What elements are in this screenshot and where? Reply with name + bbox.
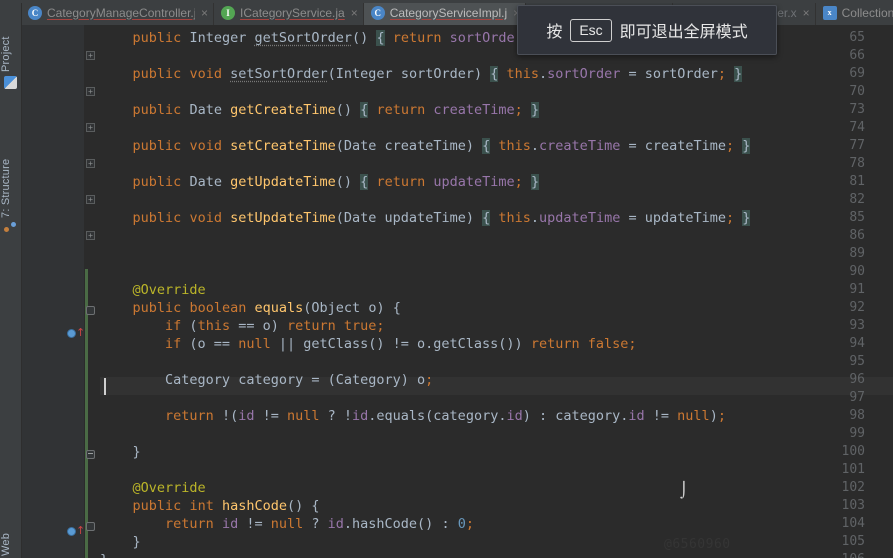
idea-editor-window: Project 7: Structure Web C CategoryManag… (0, 0, 893, 558)
code-line-65: public Integer getSortOrder() { return s… (100, 29, 548, 47)
code-line-90: @Override (132, 282, 206, 298)
fold-expand-icon[interactable]: + (86, 123, 95, 132)
close-icon[interactable]: × (803, 7, 810, 19)
java-class-icon: C (370, 5, 385, 20)
override-arrow-icon: ↑ (76, 524, 86, 537)
code-line-77: public void setCreateTime(Date createTim… (132, 138, 751, 154)
esc-key-badge: Esc (570, 18, 612, 42)
code-editor[interactable]: 65 66 69 70 73 74 77 78 81 82 85 86 89 9… (21, 25, 893, 558)
editor-gutter[interactable] (21, 25, 84, 558)
tool-button-project[interactable]: Project (0, 2, 21, 72)
editor-tab-label: CategoryServiceImpl.j (389, 5, 508, 20)
close-icon[interactable]: × (351, 7, 358, 19)
mouse-pointer: ⌡ (680, 481, 688, 499)
code-line-99: } (100, 444, 141, 460)
hint-prefix-text: 按 (546, 24, 563, 41)
structure-icon (4, 222, 17, 235)
text-caret (104, 378, 106, 395)
hint-suffix-text: 即可退出全屏模式 (619, 24, 748, 41)
code-text-area[interactable]: public Integer getSortOrder() { return s… (100, 25, 893, 558)
code-line-103: return id != null ? id.hashCode() : 0; (165, 516, 474, 532)
override-method-marker[interactable]: ↑ (67, 326, 86, 341)
fold-collapse-icon[interactable] (85, 522, 96, 531)
code-line-97: return !(id != null ? !id.equals(categor… (165, 408, 726, 424)
window-top-edge (0, 0, 893, 3)
tool-button-web[interactable]: Web (0, 508, 21, 556)
editor-tab-category-manage-controller[interactable]: C CategoryManageController.j × (21, 0, 215, 25)
fold-collapse-end-icon[interactable] (85, 450, 96, 459)
code-line-105: } (100, 551, 108, 558)
implementing-method-icon (67, 527, 76, 536)
code-line-92: if (this == o) return true; (165, 318, 385, 334)
code-line-102: public int hashCode() { (132, 498, 320, 514)
fold-expand-icon[interactable]: + (86, 87, 95, 96)
code-line-91: public boolean equals(Object o) { (132, 300, 401, 316)
tool-button-structure[interactable]: 7: Structure (0, 108, 21, 218)
fold-expand-icon[interactable]: + (86, 51, 95, 60)
editor-tab-collection[interactable]: x Collection (815, 0, 893, 25)
xml-file-icon: x (822, 5, 837, 20)
fold-expand-icon[interactable]: + (86, 231, 95, 240)
editor-tab-label: ICategoryService.ja (240, 5, 345, 20)
editor-tab-category-service-impl[interactable]: C CategoryServiceImpl.j × (363, 0, 527, 25)
code-line-73: public Date getCreateTime() { return cre… (132, 102, 540, 118)
code-line-81: public Date getUpdateTime() { return upd… (132, 174, 540, 190)
project-icon (4, 76, 17, 89)
java-interface-icon: I (221, 5, 236, 20)
editor-tab-label: Collection (841, 5, 893, 20)
code-line-69: public void setSortOrder(Integer sortOrd… (132, 66, 743, 82)
code-line-101: @Override (132, 480, 206, 496)
java-class-icon: C (28, 5, 42, 20)
code-line-85: public void setUpdateTime(Date updateTim… (132, 210, 751, 226)
watermark-text: @6560960 (664, 537, 731, 552)
code-line-104: } (100, 534, 141, 550)
fullscreen-hint-overlay: 按 Esc 即可退出全屏模式 (517, 5, 777, 55)
code-line-95: Category category = (Category) o; (165, 372, 434, 388)
fold-expand-icon[interactable]: + (86, 195, 95, 204)
code-line-93: if (o == null || getClass() != o.getClas… (165, 336, 637, 352)
editor-tab-icategory-service[interactable]: I ICategoryService.ja × (214, 0, 364, 25)
editor-tab-label: CategoryManageController.j (47, 5, 195, 20)
fold-expand-icon[interactable]: + (86, 159, 95, 168)
override-method-marker[interactable]: ↑ (67, 524, 86, 539)
override-arrow-icon: ↑ (76, 326, 86, 339)
fold-collapse-icon[interactable] (85, 306, 96, 315)
close-icon[interactable]: × (201, 7, 208, 19)
implementing-method-icon (67, 329, 76, 338)
left-tool-window-strip: Project 7: Structure Web (0, 0, 22, 558)
